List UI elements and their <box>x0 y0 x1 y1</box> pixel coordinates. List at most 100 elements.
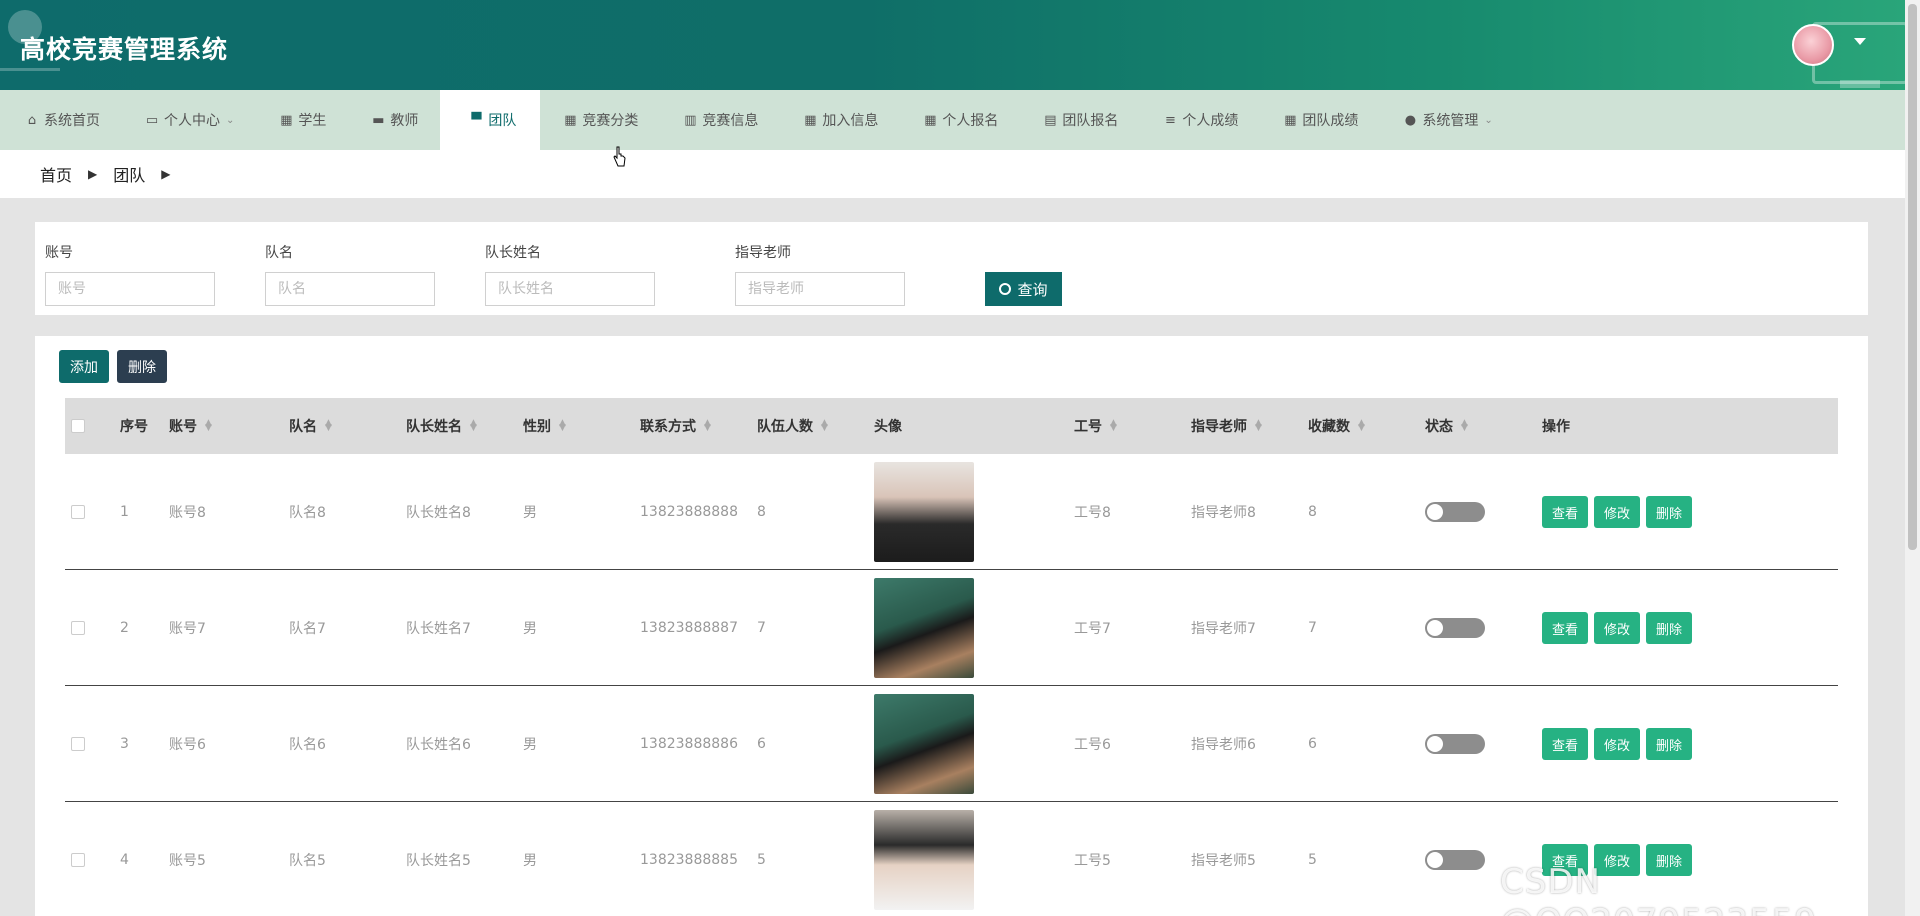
column-header-staff-no[interactable]: 工号 ▲ ▼ <box>1074 398 1117 454</box>
nav-item-personal-signup[interactable]: ▦ 个人报名 <box>900 90 1020 150</box>
sort-icon[interactable]: ▲ ▼ <box>704 419 711 433</box>
nav-item-competition-info[interactable]: ▥ 竞赛信息 <box>660 90 780 150</box>
nav-item-students[interactable]: ▦ 学生 <box>256 90 348 150</box>
nav-item-home[interactable]: ⌂ 系统首页 <box>0 90 122 150</box>
status-toggle[interactable] <box>1425 618 1485 638</box>
cell-status <box>1425 570 1485 686</box>
nav-item-team-scores[interactable]: ▦ 团队成绩 <box>1260 90 1380 150</box>
column-header-size[interactable]: 队伍人数 ▲ ▼ <box>757 398 828 454</box>
cell-index: 4 <box>120 852 129 868</box>
cell-advisor: 指导老师5 <box>1191 853 1256 869</box>
decorative-monitor-stand <box>1840 80 1880 88</box>
nav-item-teachers[interactable]: ▬ 教师 <box>348 90 440 150</box>
cell-gender: 男 <box>523 737 537 753</box>
edit-button[interactable]: 修改 <box>1594 496 1641 528</box>
nav-item-label: 竞赛分类 <box>582 113 639 129</box>
chevron-right-icon: ▶ <box>161 167 171 181</box>
cell-staff-no: 工号6 <box>1074 737 1111 753</box>
column-header-account[interactable]: 账号 ▲ ▼ <box>169 398 212 454</box>
home-icon: ⌂ <box>27 112 37 128</box>
sort-icon[interactable]: ▲ ▼ <box>325 419 332 433</box>
add-button[interactable]: 添加 <box>59 350 109 383</box>
sort-icon[interactable]: ▲ ▼ <box>470 419 477 433</box>
cell-captain: 队长姓名7 <box>406 621 471 637</box>
nav-item-personal-scores[interactable]: ≡ 个人成绩 <box>1140 90 1260 150</box>
decorative-desk <box>0 68 60 90</box>
team-name-input[interactable] <box>265 272 435 306</box>
sort-icon[interactable]: ▲ ▼ <box>559 419 566 433</box>
nav-item-teams[interactable]: ▀ 团队 <box>440 90 541 150</box>
delete-button[interactable]: 删除 <box>1646 496 1693 528</box>
cell-contact: 13823888888 <box>640 504 738 520</box>
column-header-label: 指导老师 <box>1191 419 1247 435</box>
sort-icon[interactable]: ▲ ▼ <box>1255 419 1262 433</box>
card-icon: ▭ <box>145 112 159 128</box>
team-avatar-image[interactable] <box>874 810 974 910</box>
user-avatar[interactable] <box>1792 24 1834 66</box>
sort-icon[interactable]: ▲ ▼ <box>1461 419 1468 433</box>
sort-icon[interactable]: ▲ ▼ <box>821 419 828 433</box>
nav-item-personal-center[interactable]: ▭ 个人中心 ⌄ <box>122 90 256 150</box>
batch-delete-button[interactable]: 删除 <box>117 350 167 383</box>
nav-item-team-signup[interactable]: ▤ 团队报名 <box>1020 90 1140 150</box>
table-row: 3 账号6 队名6 队长姓名6 男 13823888886 6 工号6 指导老师… <box>65 686 1838 802</box>
page-scrollbar[interactable] <box>1905 0 1920 916</box>
user-menu-caret-icon[interactable] <box>1854 38 1866 45</box>
nav-item-system-management[interactable]: ● 系统管理 ⌄ <box>1380 90 1514 150</box>
nav-item-label: 团队报名 <box>1062 113 1119 129</box>
delete-button[interactable]: 删除 <box>1646 728 1693 760</box>
column-header-label: 账号 <box>169 419 197 435</box>
cell-staff-no: 工号8 <box>1074 505 1111 521</box>
column-header-team[interactable]: 队名 ▲ ▼ <box>289 398 332 454</box>
row-checkbox[interactable] <box>71 737 85 751</box>
cell-gender: 男 <box>523 505 537 521</box>
view-button[interactable]: 查看 <box>1542 728 1589 760</box>
team-avatar-image[interactable] <box>874 462 974 562</box>
delete-button[interactable]: 删除 <box>1646 612 1693 644</box>
breadcrumb-home[interactable]: 首页 <box>40 162 72 186</box>
table-panel: 添加 删除 序号 账号 ▲ ▼ 队名 ▲ ▼ 队长姓名 ▲ ▼ 性别 ▲ ▼ 联系方式 ▲ ▼ 队伍… <box>35 336 1868 916</box>
row-checkbox[interactable] <box>71 853 85 867</box>
grid-icon: ▦ <box>564 112 577 128</box>
account-input[interactable] <box>45 272 215 306</box>
view-button[interactable]: 查看 <box>1542 496 1589 528</box>
column-header-status[interactable]: 状态 ▲ ▼ <box>1425 398 1468 454</box>
search-button-label: 查询 <box>1017 281 1048 299</box>
edit-button[interactable]: 修改 <box>1594 728 1641 760</box>
scrollbar-thumb[interactable] <box>1908 4 1917 550</box>
select-all-checkbox[interactable] <box>71 419 85 433</box>
cell-avatar <box>874 454 974 570</box>
sort-icon[interactable]: ▲ ▼ <box>205 419 212 433</box>
status-toggle[interactable] <box>1425 734 1485 754</box>
status-toggle[interactable] <box>1425 502 1485 522</box>
sort-icon[interactable]: ▲ ▼ <box>1110 419 1117 433</box>
edit-button[interactable]: 修改 <box>1594 612 1641 644</box>
captain-name-input[interactable] <box>485 272 655 306</box>
cell-staff-no: 工号5 <box>1074 853 1111 869</box>
row-checkbox[interactable] <box>71 621 85 635</box>
column-header-advisor[interactable]: 指导老师 ▲ ▼ <box>1191 398 1262 454</box>
search-field-captain: 队长姓名 <box>485 242 655 306</box>
advisor-input[interactable] <box>735 272 905 306</box>
cell-avatar <box>874 686 974 802</box>
search-label: 队名 <box>265 245 293 261</box>
search-button[interactable]: 查询 <box>985 272 1062 306</box>
view-button[interactable]: 查看 <box>1542 612 1589 644</box>
cell-captain: 队长姓名6 <box>406 737 471 753</box>
column-header-label: 收藏数 <box>1308 419 1350 435</box>
row-checkbox[interactable] <box>71 505 85 519</box>
nav-item-join-info[interactable]: ▦ 加入信息 <box>780 90 900 150</box>
column-header-label: 性别 <box>523 419 551 435</box>
team-avatar-image[interactable] <box>874 578 974 678</box>
cell-status <box>1425 686 1485 802</box>
column-header-favorites[interactable]: 收藏数 ▲ ▼ <box>1308 398 1365 454</box>
search-label: 队长姓名 <box>485 245 541 261</box>
status-toggle[interactable] <box>1425 850 1485 870</box>
column-header-contact[interactable]: 联系方式 ▲ ▼ <box>640 398 711 454</box>
column-header-gender[interactable]: 性别 ▲ ▼ <box>523 398 566 454</box>
team-avatar-image[interactable] <box>874 694 974 794</box>
cell-gender: 男 <box>523 853 537 869</box>
column-header-captain[interactable]: 队长姓名 ▲ ▼ <box>406 398 477 454</box>
nav-item-competition-categories[interactable]: ▦ 竞赛分类 <box>540 90 660 150</box>
sort-icon[interactable]: ▲ ▼ <box>1358 419 1365 433</box>
